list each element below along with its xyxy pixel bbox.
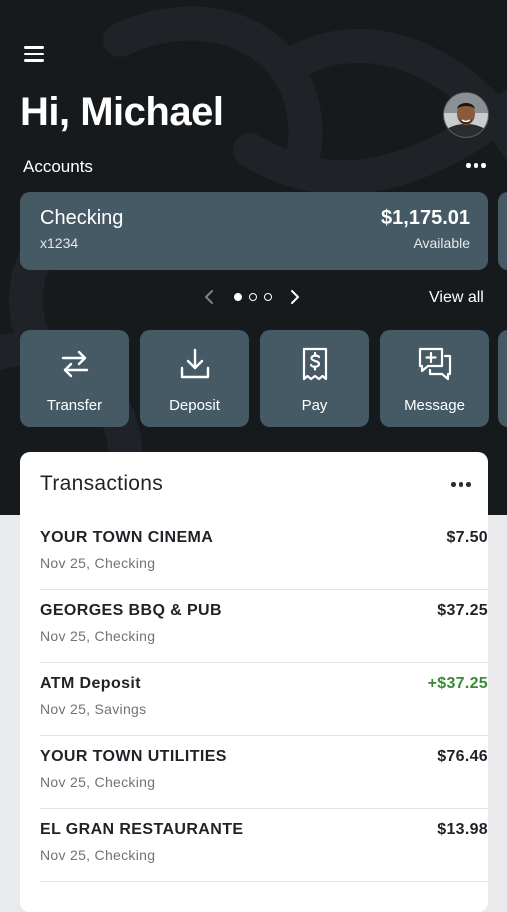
deposit-icon: [180, 348, 209, 379]
transaction-meta: Nov 25, Checking: [40, 555, 156, 571]
dashboard-header: Hi, Michael Accounts Checking x1234 $1,1…: [0, 0, 507, 515]
transaction-row[interactable]: EL GRAN RESTAURANTE Nov 25, Checking $13…: [40, 809, 488, 882]
transactions-card: Transactions YOUR TOWN CINEMA Nov 25, Ch…: [20, 452, 488, 912]
message-button[interactable]: Message: [380, 330, 489, 427]
transfer-button[interactable]: Transfer: [20, 330, 129, 427]
account-name: Checking: [40, 207, 124, 229]
transactions-title: Transactions: [40, 472, 164, 495]
action-label: Pay: [301, 397, 328, 414]
more-dot-icon: [451, 482, 456, 487]
action-label: Message: [404, 397, 465, 414]
menu-button[interactable]: [24, 44, 48, 66]
more-dot-icon: [481, 163, 486, 168]
transaction-row[interactable]: ATM Deposit Nov 25, Savings +$37.25: [40, 663, 488, 736]
receipt-dollar-icon: [302, 347, 327, 381]
avatar[interactable]: [443, 92, 489, 138]
transaction-meta: Nov 25, Checking: [40, 628, 156, 644]
transaction-amount: $37.25: [437, 602, 488, 619]
menu-icon-bar: [24, 52, 44, 55]
transfer-icon: [61, 350, 88, 378]
transaction-amount: +$37.25: [427, 675, 488, 692]
pay-button[interactable]: Pay: [260, 330, 369, 427]
action-label: Transfer: [46, 397, 103, 414]
pager-dot[interactable]: [264, 293, 272, 301]
transaction-amount: $76.46: [437, 748, 488, 765]
transaction-merchant: GEORGES BBQ & PUB: [40, 602, 222, 619]
transaction-merchant: EL GRAN RESTAURANTE: [40, 821, 244, 838]
menu-icon-bar: [24, 46, 44, 49]
transaction-amount: $7.50: [446, 529, 488, 546]
account-pager: [200, 286, 310, 310]
transactions-more-button[interactable]: [451, 482, 471, 487]
message-add-icon: [418, 347, 451, 381]
more-dot-icon: [473, 163, 478, 168]
chevron-right-icon[interactable]: [289, 286, 301, 308]
transaction-row[interactable]: YOUR TOWN CINEMA Nov 25, Checking $7.50: [40, 517, 488, 590]
transaction-merchant: YOUR TOWN UTILITIES: [40, 748, 227, 765]
transaction-meta: Nov 25, Checking: [40, 774, 156, 790]
view-all-link[interactable]: View all: [429, 289, 484, 307]
pager-dot-active[interactable]: [234, 293, 242, 301]
transaction-row[interactable]: YOUR TOWN UTILITIES Nov 25, Checking $76…: [40, 736, 488, 809]
account-card-checking[interactable]: Checking x1234 $1,175.01 Available: [20, 192, 488, 270]
account-balance: $1,175.01: [381, 207, 470, 229]
more-actions-card[interactable]: [498, 330, 507, 427]
more-dot-icon: [466, 482, 471, 487]
transaction-meta: Nov 25, Checking: [40, 847, 156, 863]
menu-icon-bar: [24, 59, 44, 62]
more-dot-icon: [466, 163, 471, 168]
next-account-card[interactable]: [498, 192, 507, 270]
transaction-merchant: YOUR TOWN CINEMA: [40, 529, 214, 546]
more-dot-icon: [458, 482, 463, 487]
balance-label: Available: [413, 235, 470, 251]
transaction-amount: $13.98: [437, 821, 488, 838]
action-label: Deposit: [169, 397, 220, 414]
transaction-meta: Nov 25, Savings: [40, 701, 147, 717]
pager-dot[interactable]: [249, 293, 257, 301]
accounts-heading: Accounts: [23, 157, 93, 176]
transaction-merchant: ATM Deposit: [40, 675, 141, 692]
deposit-button[interactable]: Deposit: [140, 330, 249, 427]
transaction-row[interactable]: GEORGES BBQ & PUB Nov 25, Checking $37.2…: [40, 590, 488, 663]
greeting-title: Hi, Michael: [20, 90, 224, 134]
account-number: x1234: [40, 235, 79, 251]
profile-photo-icon: [444, 93, 488, 137]
chevron-left-icon[interactable]: [203, 286, 215, 308]
accounts-more-button[interactable]: [466, 163, 486, 168]
